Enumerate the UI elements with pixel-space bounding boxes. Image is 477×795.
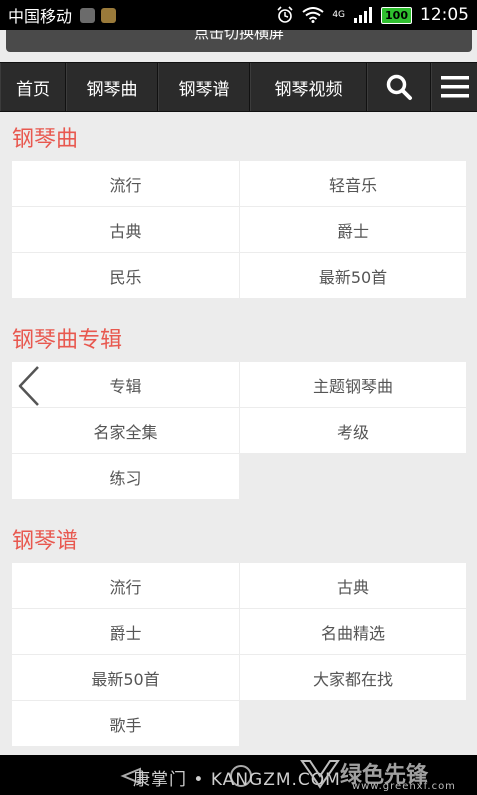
search-button[interactable] [367, 63, 431, 111]
category-link[interactable]: 古典 [12, 207, 239, 252]
clock: 12:05 [420, 5, 469, 25]
status-bar: 中国移动 4G 100 12:05 [0, 0, 477, 30]
empty-cell [240, 701, 466, 746]
category-link[interactable]: 名曲精选 [240, 609, 466, 654]
category-link[interactable]: 最新50首 [240, 253, 466, 298]
album-category-grid: 专辑 主题钢琴曲 名家全集 考级 练习 [12, 362, 466, 500]
section-title-albums: 钢琴曲专辑 [12, 328, 123, 353]
nav-piano-video[interactable]: 钢琴视频 [250, 63, 367, 111]
bottom-bar: 康掌门 • KANGZM.COM 绿色先锋 www.greenxf.com [0, 755, 477, 795]
category-link[interactable]: 歌手 [12, 701, 239, 746]
brand-logo-icon [300, 760, 340, 789]
category-link[interactable]: 主题钢琴曲 [240, 362, 466, 407]
category-link[interactable]: 民乐 [12, 253, 239, 298]
category-link[interactable]: 古典 [240, 563, 466, 608]
nav-piano-score[interactable]: 钢琴谱 [158, 63, 250, 111]
category-link[interactable]: 爵士 [12, 609, 239, 654]
battery-indicator: 100 [381, 6, 412, 24]
category-link[interactable]: 大家都在找 [240, 655, 466, 700]
category-link[interactable]: 流行 [12, 563, 239, 608]
category-link[interactable]: 专辑 [12, 362, 239, 407]
alarm-icon [277, 6, 293, 23]
section-title-music: 钢琴曲 [12, 127, 79, 152]
main-nav: 首页 钢琴曲 钢琴谱 钢琴视频 [0, 62, 477, 112]
signal-icon [354, 7, 373, 23]
category-link[interactable]: 名家全集 [12, 408, 239, 453]
landscape-toggle-button[interactable]: 点击切换横屏 [6, 30, 472, 52]
nav-piano-music[interactable]: 钢琴曲 [66, 63, 158, 111]
notification-icon [80, 7, 96, 23]
score-category-grid: 流行 古典 爵士 名曲精选 最新50首 大家都在找 歌手 [12, 563, 466, 747]
category-link[interactable]: 最新50首 [12, 655, 239, 700]
category-link[interactable]: 流行 [12, 161, 239, 206]
category-link[interactable]: 练习 [12, 454, 239, 499]
wifi-icon [302, 7, 324, 23]
category-link[interactable]: 爵士 [240, 207, 466, 252]
section-title-scores: 钢琴谱 [12, 529, 79, 554]
nav-home[interactable]: 首页 [0, 63, 66, 111]
music-category-grid: 流行 轻音乐 古典 爵士 民乐 最新50首 [12, 161, 466, 299]
search-icon [386, 74, 412, 100]
menu-button[interactable] [431, 63, 477, 111]
notification-icon [101, 7, 117, 23]
network-type: 4G [332, 9, 346, 20]
hamburger-menu-icon [440, 76, 469, 98]
empty-cell [240, 454, 466, 499]
category-link[interactable]: 考级 [240, 408, 466, 453]
brand-url: www.greenxf.com [352, 781, 456, 792]
carrier-name: 中国移动 [8, 7, 73, 26]
category-link[interactable]: 轻音乐 [240, 161, 466, 206]
landscape-strip: 点击切换横屏 [0, 30, 477, 58]
back-arrow-icon[interactable] [14, 364, 44, 408]
